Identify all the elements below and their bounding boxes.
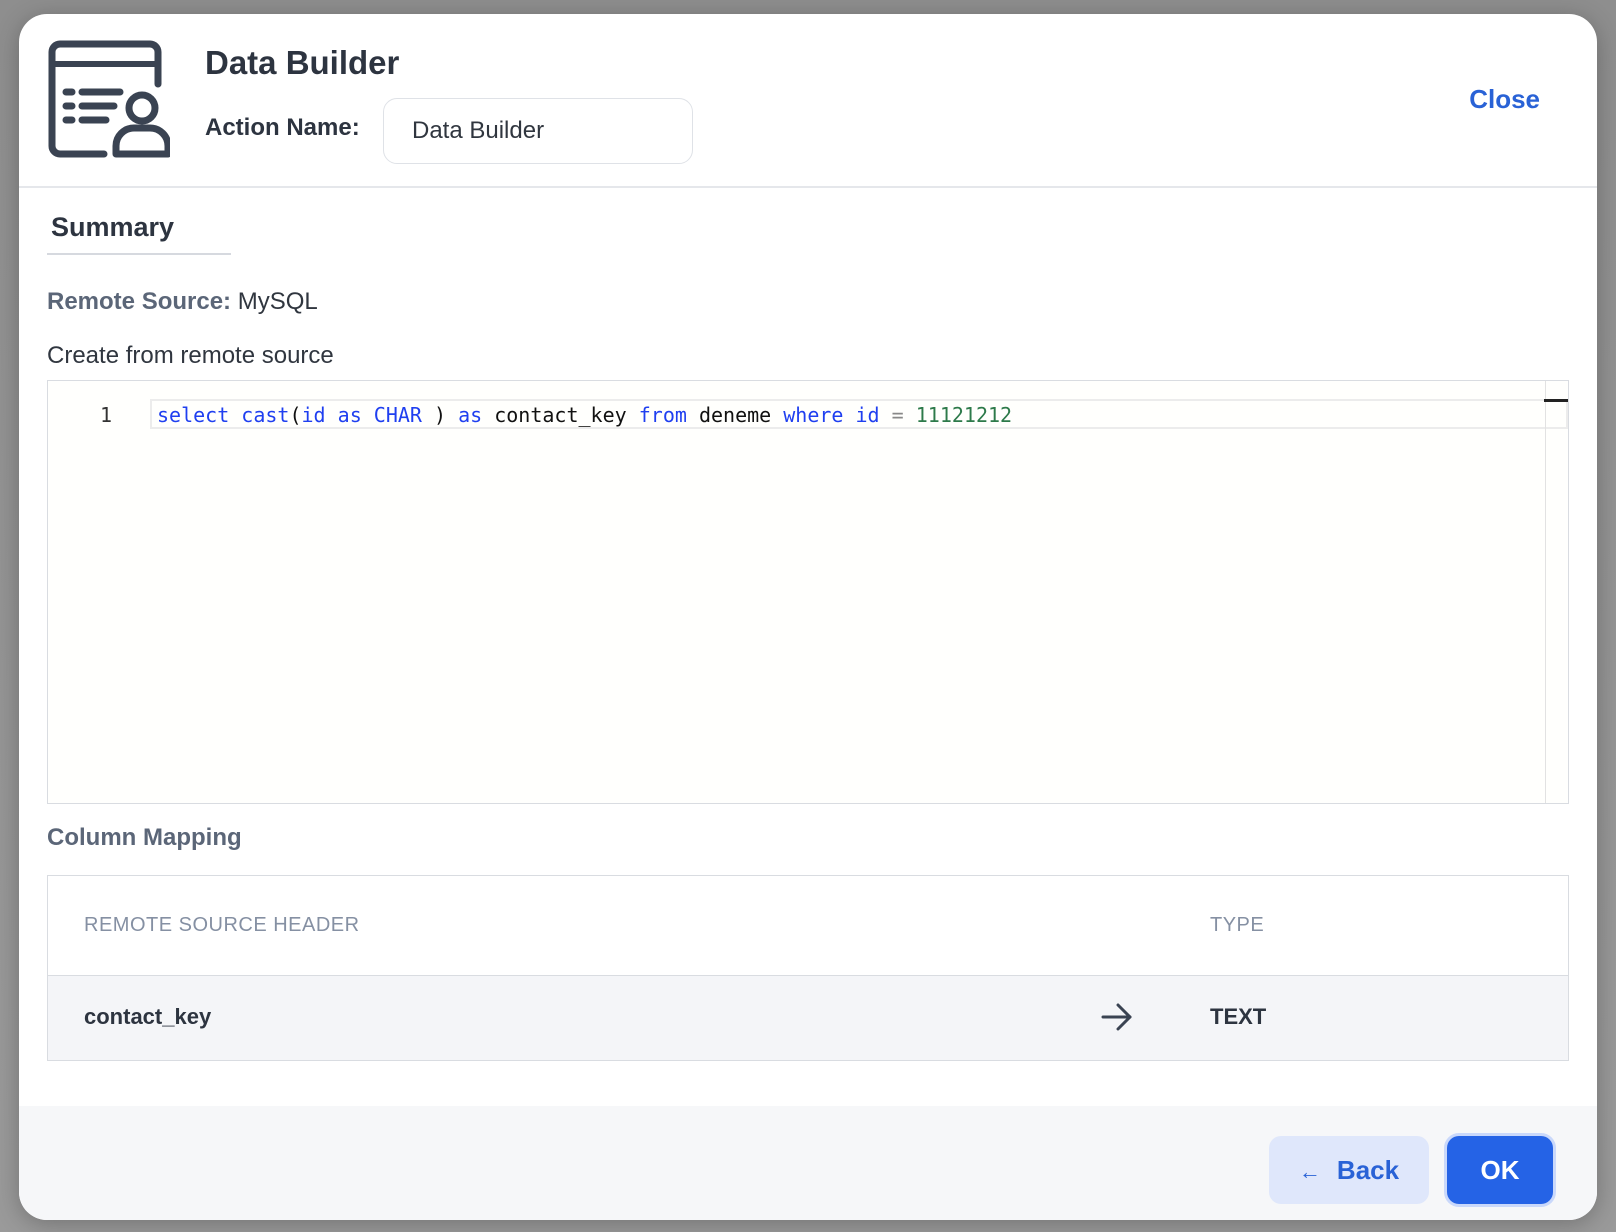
table-header: REMOTE SOURCE HEADER TYPE	[48, 876, 1568, 976]
ok-button[interactable]: OK	[1447, 1136, 1553, 1204]
modal-footer: ← Back OK	[19, 1106, 1597, 1220]
code-token: CHAR	[373, 403, 422, 427]
code-token: id	[855, 403, 880, 427]
create-from-remote-label: Create from remote source	[47, 342, 334, 369]
action-name-input[interactable]	[383, 98, 693, 164]
remote-source-value: MySQL	[237, 288, 318, 315]
editor-scroll-thumb[interactable]	[1544, 399, 1568, 402]
arrow-left-icon: ←	[1298, 1158, 1321, 1184]
row-source-header: contact_key	[84, 1004, 212, 1029]
code-line[interactable]: select cast(id as CHAR ) as contact_key …	[157, 403, 1012, 427]
editor-scrollbar[interactable]	[1545, 381, 1546, 803]
code-token: (	[289, 403, 302, 427]
line-number: 1	[100, 403, 113, 427]
code-token: =	[891, 403, 904, 427]
header-remote-source: REMOTE SOURCE HEADER	[84, 914, 360, 936]
header-type: TYPE	[1210, 914, 1265, 936]
modal-header: Data Builder Action Name: Close	[19, 14, 1597, 188]
row-type: TEXT	[1210, 1004, 1267, 1029]
code-token: cast	[241, 403, 290, 427]
column-mapping-table: REMOTE SOURCE HEADER TYPE contact_key TE…	[47, 875, 1569, 1061]
tab-summary[interactable]: Summary	[47, 212, 231, 255]
back-button[interactable]: ← Back	[1269, 1136, 1429, 1204]
code-token: contact_key	[482, 403, 639, 427]
remote-source-label: Remote Source:	[47, 288, 232, 315]
data-builder-icon	[48, 40, 170, 158]
code-token: 11121212	[915, 403, 1013, 427]
code-token: from	[638, 403, 687, 427]
data-builder-modal: Data Builder Action Name: Close Summary …	[19, 14, 1597, 1220]
table-row: contact_key TEXT	[48, 976, 1568, 1060]
code-token: as	[337, 403, 362, 427]
code-token: deneme	[686, 403, 784, 427]
code-token: select	[157, 403, 230, 427]
code-token: where	[783, 403, 844, 427]
sql-editor[interactable]: 1 select cast(id as CHAR ) as contact_ke…	[47, 380, 1569, 804]
remote-source: Remote Source: MySQL	[47, 288, 318, 316]
close-button[interactable]: Close	[1469, 84, 1540, 115]
code-token: as	[458, 403, 483, 427]
arrow-right-icon	[1101, 1003, 1132, 1031]
code-token: )	[421, 403, 459, 427]
column-mapping-title: Column Mapping	[47, 824, 242, 851]
modal-title: Data Builder	[205, 44, 400, 81]
code-token: id	[301, 403, 326, 427]
action-name-label: Action Name:	[205, 114, 360, 141]
back-button-label: Back	[1336, 1154, 1400, 1185]
